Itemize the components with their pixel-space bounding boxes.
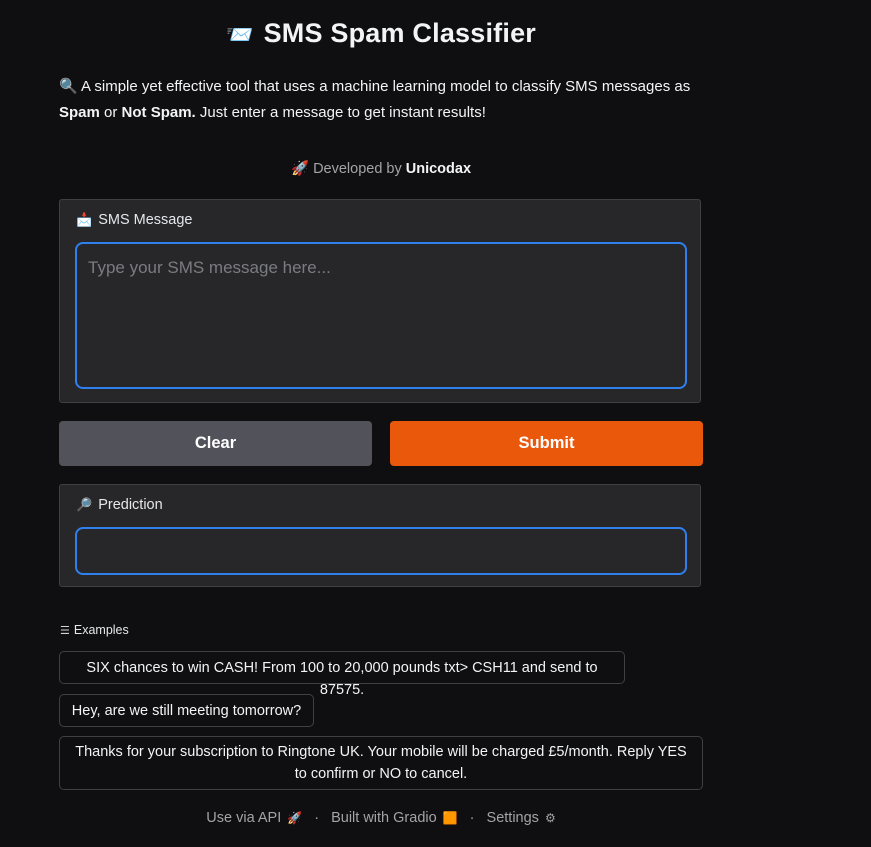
app-page: 📨 SMS Spam Classifier 🔍 A simple yet effe… [0, 0, 871, 847]
description-bold-spam: Spam [59, 104, 100, 121]
description-bold-not-spam: Not Spam. [121, 104, 196, 121]
example-item[interactable]: Thanks for your subscription to Ringtone… [59, 736, 703, 790]
prediction-label-text: Prediction [98, 497, 163, 513]
built-with-gradio-link[interactable]: Built with Gradio 🟧 [331, 810, 458, 826]
rocket-icon: 🚀 [287, 811, 303, 825]
developer-name: Unicodax [405, 161, 472, 177]
page-title-text: SMS Spam Classifier [263, 18, 536, 48]
developer-prefix: Developed by [313, 161, 402, 177]
description-text-3: Just enter a message to get instant resu… [199, 104, 486, 121]
gradio-logo-icon: 🟧 [442, 811, 458, 825]
footer: Use via API 🚀 · Built with Gradio 🟧 · Sett… [0, 810, 762, 826]
use-via-api-label: Use via API [206, 810, 282, 826]
app-description: 🔍 A simple yet effective tool that uses … [59, 74, 699, 126]
list-icon: ☰ [60, 625, 70, 637]
sms-input-block: 📩 SMS Message [59, 199, 701, 403]
settings-label: Settings [486, 810, 539, 826]
example-item[interactable]: SIX chances to win CASH! From 100 to 20,… [59, 651, 625, 698]
submit-button[interactable]: Submit [390, 421, 703, 466]
prediction-label: 🔎 Prediction [76, 497, 163, 513]
use-via-api-link[interactable]: Use via API 🚀 [206, 810, 302, 826]
sms-input-label: 📩 SMS Message [76, 212, 192, 228]
built-with-gradio-label: Built with Gradio [331, 810, 437, 826]
sms-input-label-text: SMS Message [98, 212, 193, 228]
examples-header: ☰ Examples [60, 623, 129, 637]
prediction-block: 🔎 Prediction [59, 484, 701, 587]
description-text-2: or [104, 104, 118, 121]
developer-credit: 🚀 Developed by Unicodax [0, 160, 762, 177]
envelope-icon: 📨 [226, 22, 254, 47]
description-text-1: A simple yet effective tool that uses a … [81, 78, 691, 95]
magnifier-icon: 🔍 [59, 78, 78, 95]
clear-button[interactable]: Clear [59, 421, 372, 466]
examples-header-text: Examples [73, 623, 129, 637]
example-item[interactable]: Hey, are we still meeting tomorrow? [59, 694, 314, 727]
footer-separator: · [314, 810, 320, 826]
footer-separator: · [469, 810, 475, 826]
inbox-envelope-icon: 📩 [76, 212, 93, 227]
rocket-icon: 🚀 [290, 161, 310, 177]
gear-icon: ⚙ [544, 811, 556, 825]
page-title: 📨 SMS Spam Classifier [0, 18, 762, 49]
prediction-output [75, 527, 687, 575]
magnifier-right-icon: 🔎 [76, 497, 93, 512]
settings-link[interactable]: Settings ⚙ [487, 810, 556, 826]
sms-message-input[interactable] [75, 242, 687, 389]
